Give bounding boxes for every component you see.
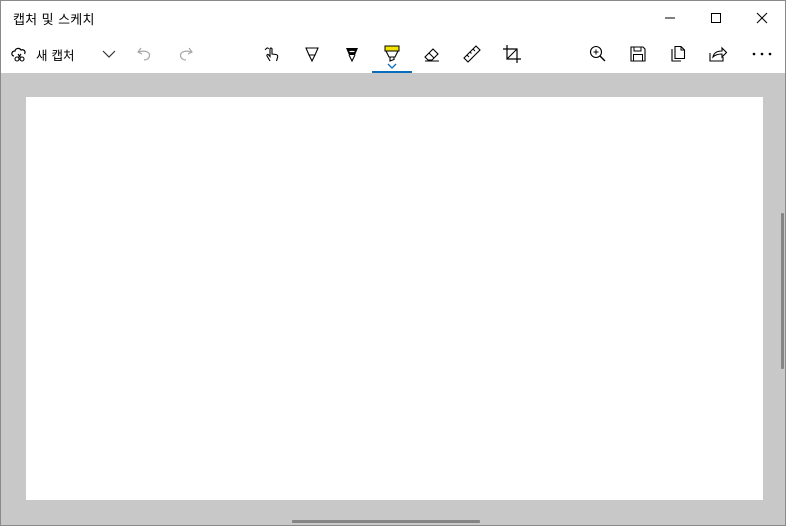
toolbar: 새 캡처	[1, 35, 785, 73]
touch-writing-icon	[262, 44, 282, 64]
copy-button[interactable]	[658, 35, 698, 73]
undo-button[interactable]	[125, 35, 165, 73]
crop-icon	[502, 44, 522, 64]
minimize-icon	[664, 12, 676, 24]
more-icon	[751, 51, 773, 57]
share-button[interactable]	[698, 35, 738, 73]
ruler-button[interactable]	[452, 35, 492, 73]
active-tool-chevron-icon[interactable]	[387, 63, 397, 69]
canvas-area[interactable]	[1, 73, 785, 525]
pencil-button[interactable]	[332, 35, 372, 73]
horizontal-scrollbar[interactable]	[292, 520, 480, 523]
close-button[interactable]	[739, 1, 785, 35]
title-bar[interactable]: 캡처 및 스케치	[1, 1, 785, 35]
save-icon	[629, 45, 647, 63]
maximize-icon	[710, 12, 722, 24]
app-title: 캡처 및 스케치	[13, 13, 95, 28]
close-icon	[756, 12, 768, 24]
capture-canvas[interactable]	[26, 97, 763, 500]
redo-button[interactable]	[165, 35, 205, 73]
redo-icon	[176, 45, 194, 63]
snip-and-sketch-window: 캡처 및 스케치 새 캡처	[0, 0, 786, 526]
ruler-icon	[462, 44, 482, 64]
more-options-button[interactable]	[742, 35, 782, 73]
zoom-in-button[interactable]	[578, 35, 618, 73]
eraser-button[interactable]	[412, 35, 452, 73]
save-button[interactable]	[618, 35, 658, 73]
pencil-icon	[343, 45, 361, 63]
vertical-scrollbar[interactable]	[781, 213, 784, 369]
ballpoint-pen-icon	[303, 45, 321, 63]
ballpoint-pen-button[interactable]	[292, 35, 332, 73]
undo-icon	[136, 45, 154, 63]
minimize-button[interactable]	[647, 1, 693, 35]
copy-icon	[669, 45, 687, 63]
zoom-in-icon	[588, 44, 608, 64]
new-capture-label: 새 캡처	[36, 47, 75, 63]
highlighter-icon	[382, 45, 402, 63]
touch-writing-button[interactable]	[252, 35, 292, 73]
new-capture-button[interactable]: 새 캡처	[9, 35, 89, 73]
share-icon	[708, 45, 728, 63]
snip-icon	[9, 44, 29, 64]
new-capture-dropdown-button[interactable]	[89, 35, 129, 73]
maximize-button[interactable]	[693, 1, 739, 35]
crop-button[interactable]	[492, 35, 532, 73]
eraser-icon	[422, 45, 442, 63]
chevron-down-icon	[101, 46, 117, 62]
